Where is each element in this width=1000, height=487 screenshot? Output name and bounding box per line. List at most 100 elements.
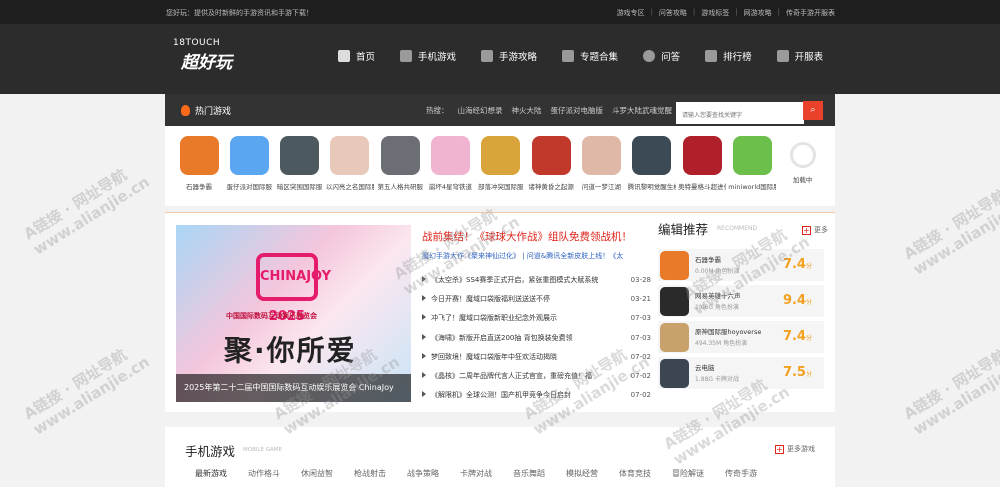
mobile-games-tab[interactable]: 音乐舞蹈 xyxy=(513,468,545,479)
game-name: 问道一梦江湖 xyxy=(581,183,621,191)
mobile-games-tab[interactable]: 休闲益智 xyxy=(301,468,333,479)
featured-banner[interactable]: CHINAJOY 2025 中国国际数码互动娱乐展览会 聚·你所爱 2025年第… xyxy=(176,225,411,402)
news-date: 07-02 xyxy=(630,372,651,381)
question-icon xyxy=(643,50,656,62)
editor-pick-name: 云电脑 xyxy=(695,364,715,372)
search-box: ⌕ xyxy=(675,101,823,124)
mobile-games-more-link[interactable]: + 更多游戏 xyxy=(775,444,815,454)
flame-icon xyxy=(181,105,190,116)
mobile-games-tab[interactable]: 传奇手游 xyxy=(725,468,757,479)
mobile-games-tab[interactable]: 卡牌对战 xyxy=(460,468,492,479)
hot-game-item[interactable]: 第五人格共研服 xyxy=(376,136,424,191)
editor-pick-score: 7.4分 xyxy=(783,329,812,344)
editor-more-link[interactable]: + 更多 xyxy=(802,225,828,235)
news-subline[interactable]: 魔幻手游大作《聚来神仙过化》 | 问道&腾讯全新皮肤上线！《太 xyxy=(422,251,651,261)
game-name: 蛋仔派对国际服 xyxy=(226,183,273,191)
score-value: 7.4 xyxy=(782,257,806,272)
nav-qa[interactable]: 问答 xyxy=(643,49,680,63)
editor-pick-item[interactable]: 石器争霸 0.00M 角色扮演 7.4分 xyxy=(658,249,824,281)
news-item[interactable]: 《海啸》新版开启直送200抽 背包换装免费领 07-03 xyxy=(422,328,651,347)
top-link-servers[interactable]: 传奇手游开服表 xyxy=(786,8,835,18)
news-item[interactable]: 《太空杀》SS4赛季正式开启，紧张重图模式大赋系统 03-28 xyxy=(422,270,651,289)
news-title[interactable]: 今日开赛！魔域口袋版福利送送送不停 xyxy=(422,294,617,304)
watermark: A链接 · 网址导航 www.alianjie.cn xyxy=(901,177,1000,279)
nav-home[interactable]: 首页 xyxy=(338,49,375,63)
site-logo[interactable]: 18TOUCH 超好玩 xyxy=(165,38,237,73)
hot-search-1[interactable]: 山海经幻想录 xyxy=(458,105,503,116)
hot-games-bar: 热门游戏 热搜： 山海经幻想录 神火大陆 蛋仔派对电脑版 斗罗大陆武魂觉醒 ⌕ xyxy=(165,94,835,126)
news-title[interactable]: 梦回致境！魔域口袋版年中狂欢活动揭晓 xyxy=(422,352,617,362)
hot-game-item[interactable]: 问道一梦江湖 xyxy=(577,136,625,191)
hot-game-item[interactable]: 蛋仔派对国际服 xyxy=(225,136,273,191)
mobile-games-tab[interactable]: 战争策略 xyxy=(407,468,439,479)
hot-game-item[interactable]: 石器争霸 xyxy=(175,136,223,191)
mobile-games-tab[interactable]: 体育竞技 xyxy=(619,468,651,479)
news-item[interactable]: 今日开赛！魔域口袋版福利送送送不停 03-21 xyxy=(422,289,651,308)
hot-search-2[interactable]: 神火大陆 xyxy=(512,105,542,116)
editor-pick-item[interactable]: 云电脑 1.88G 卡牌对战 7.5分 xyxy=(658,357,824,389)
watermark-line2: www.alianjie.cn xyxy=(910,352,1000,439)
hot-game-item[interactable]: 奥特曼格斗超进化 xyxy=(678,136,726,191)
hot-game-item[interactable]: 加载中 xyxy=(779,136,827,184)
editor-pick-name: 石器争霸 xyxy=(695,256,721,264)
game-name: 腾讯黎明觉醒生机 xyxy=(627,183,676,191)
search-input[interactable] xyxy=(676,107,804,124)
hot-games-title: 热门游戏 xyxy=(181,104,231,117)
hot-search-3[interactable]: 蛋仔派对电脑版 xyxy=(551,105,604,116)
game-name: miniworld国际服 xyxy=(728,183,777,191)
hot-game-item[interactable]: 腾讯黎明觉醒生机 xyxy=(628,136,676,191)
main-nav: 首页 手机游戏 手游攻略 专题合集 问答 排行榜 开服表 xyxy=(338,49,848,63)
news-item[interactable]: 冲飞了！魔域口袋版新职业纪念外观展示 07-03 xyxy=(422,309,651,328)
editor-pick-item[interactable]: 原神国际服hoyoverse 494.35M 角色扮演 7.4分 xyxy=(658,321,824,353)
nav-collections[interactable]: 专题合集 xyxy=(562,49,618,63)
game-icon xyxy=(330,136,370,175)
game-icon xyxy=(581,136,621,175)
news-date: 03-28 xyxy=(630,275,651,284)
mobile-games-tab[interactable]: 动作格斗 xyxy=(248,468,280,479)
editor-pick-name: 原神国际服hoyoverse xyxy=(695,328,762,336)
editor-pick-item[interactable]: 网易英雄十六声 1.06G 角色扮演 9.4分 xyxy=(658,285,824,317)
game-icon xyxy=(682,136,722,175)
hot-game-item[interactable]: 崩坏4星穹铁道 xyxy=(427,136,475,191)
news-headline[interactable]: 战前集结！《球球大作战》组队免费领战机！ xyxy=(422,229,651,244)
home-icon xyxy=(338,50,350,62)
hot-game-item[interactable]: 暗区突围国际服 xyxy=(276,136,324,191)
nav-mobile-games[interactable]: 手机游戏 xyxy=(400,49,456,63)
news-title[interactable]: 《太空杀》SS4赛季正式开启，紧张重图模式大赋系统 xyxy=(422,275,617,285)
news-item[interactable]: 《解限机》全球公测！国产机甲竞争今日启封 07-02 xyxy=(422,386,651,405)
top-link-qa[interactable]: 问答攻略 xyxy=(659,8,687,18)
search-button[interactable]: ⌕ xyxy=(803,101,823,120)
top-link-guides[interactable]: 网游攻略 xyxy=(744,8,772,18)
editor-pick-meta: 1.06G 角色扮演 xyxy=(695,304,739,311)
news-title[interactable]: 冲飞了！魔域口袋版新职业纪念外观展示 xyxy=(422,313,617,323)
news-item[interactable]: 《晶核》二周年品牌代言人正式官宣，重磅充值！福 07-02 xyxy=(422,366,651,385)
score-value: 9.4 xyxy=(782,293,806,308)
editor-picks: 编辑推荐 RECOMMEND + 更多 石器争霸 0.00M 角色扮演 7.4分 网易英… xyxy=(658,219,828,389)
nav-servers[interactable]: 开服表 xyxy=(776,49,823,63)
nav-ranking[interactable]: 排行榜 xyxy=(705,49,752,63)
nav-guides[interactable]: 手游攻略 xyxy=(481,49,537,63)
mobile-games-tab[interactable]: 模拟经营 xyxy=(566,468,598,479)
mobile-games-tab[interactable]: 冒险解谜 xyxy=(672,468,704,479)
mobile-games-tab[interactable]: 最新游戏 xyxy=(195,468,227,479)
hot-search-4[interactable]: 斗罗大陆武魂觉醒 xyxy=(612,105,672,116)
hot-game-item[interactable]: 以闪亮之名国际服 xyxy=(326,136,374,191)
editor-pick-meta: 494.35M 角色扮演 xyxy=(695,340,748,347)
top-link-tags[interactable]: 游戏标签 xyxy=(701,8,729,18)
watermark: A链接 · 网址导航 www.alianjie.cn xyxy=(21,157,153,259)
news-title[interactable]: 《海啸》新版开启直送200抽 背包换装免费领 xyxy=(422,333,617,343)
game-icon xyxy=(531,136,571,175)
mobile-games-title: 手机游戏 xyxy=(185,444,236,459)
watermark: A链接 · 网址导航 www.alianjie.cn xyxy=(901,337,1000,439)
news-item[interactable]: 梦回致境！魔域口袋版年中狂欢活动揭晓 07-02 xyxy=(422,347,651,366)
news-title[interactable]: 《解限机》全球公测！国产机甲竞争今日启封 xyxy=(422,390,617,400)
top-link-zone[interactable]: 游戏专区 xyxy=(617,8,645,18)
hot-game-item[interactable]: miniworld国际服 xyxy=(728,136,776,191)
header: 18TOUCH 超好玩 首页 手机游戏 手游攻略 专题合集 问答 排行榜 开服表 xyxy=(0,24,1000,94)
news-date: 07-02 xyxy=(630,352,651,361)
news-title[interactable]: 《晶核》二周年品牌代言人正式官宣，重磅充值！福 xyxy=(422,371,617,381)
crown-icon xyxy=(705,50,718,62)
hot-game-item[interactable]: 诸神黄昏之起源 xyxy=(527,136,575,191)
hot-game-item[interactable]: 部落冲突国际服 xyxy=(477,136,525,191)
mobile-games-tab[interactable]: 枪战射击 xyxy=(354,468,386,479)
